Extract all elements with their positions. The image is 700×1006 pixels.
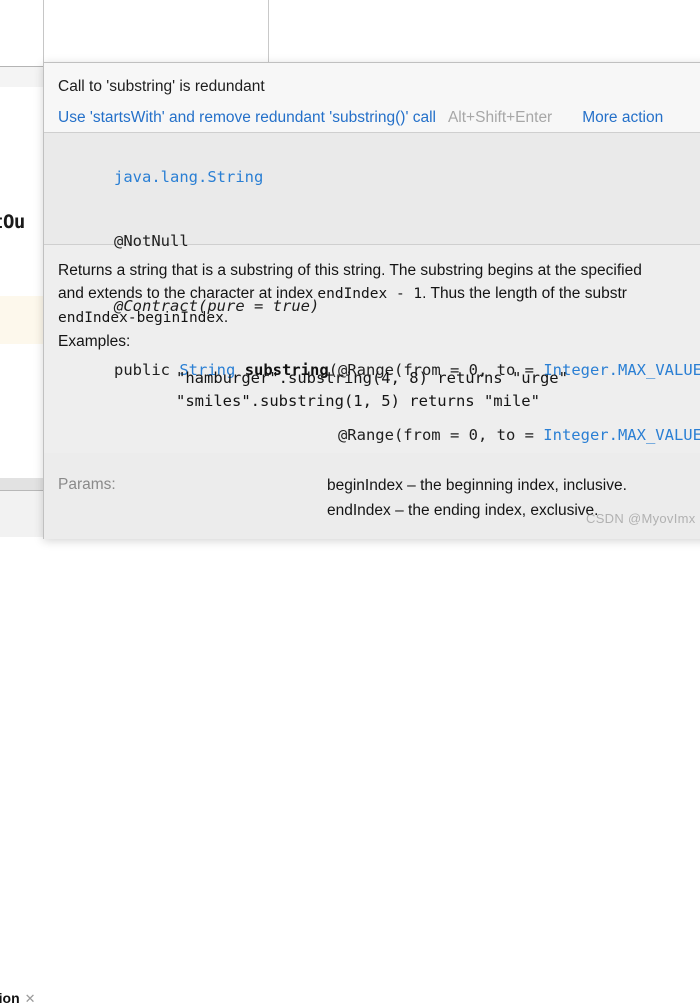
tool-window-tab[interactable]: tion ✕	[0, 990, 36, 1006]
close-icon[interactable]: ✕	[25, 992, 36, 1005]
signature-param2-mid: , to =	[477, 425, 544, 444]
doc-line2-pre: and extends to the character at index	[58, 285, 318, 302]
param-row: endIndex – the ending index, exclusive.	[327, 502, 599, 519]
editor-status-strip	[0, 478, 44, 490]
signature-qualified-name: java.lang.String	[58, 145, 700, 210]
params-section: Params: beginIndex – the beginning index…	[44, 453, 700, 539]
signature-param2-from: 0	[468, 425, 478, 444]
doc-examples-label: Examples:	[58, 333, 131, 350]
more-actions-link[interactable]: More action	[582, 109, 663, 127]
signature-param2-open: @Range(from =	[337, 425, 469, 444]
editor-pane-divider	[268, 0, 269, 66]
tool-window-bar: tion ✕	[0, 491, 44, 1006]
quick-fix-link[interactable]: Use 'startsWith' and remove redundant 's…	[58, 109, 436, 127]
doc-line3-post: .	[223, 309, 229, 326]
inspection-title: Call to 'substring' is redundant	[58, 78, 265, 95]
doc-paragraph-line-2: and extends to the character at index en…	[58, 282, 700, 306]
popup-header: Call to 'substring' is redundant Use 'st…	[44, 63, 700, 132]
editor-top-region	[0, 0, 700, 62]
annotation-notnull: @NotNull	[114, 232, 189, 250]
documentation-body: Returns a string that is a substring of …	[44, 245, 700, 453]
editor-current-line-highlight	[0, 296, 44, 344]
popup-action-row: Use 'startsWith' and remove redundant 's…	[58, 109, 700, 127]
intention-action-popup[interactable]: Call to 'substring' is redundant Use 'st…	[43, 62, 700, 539]
doc-paragraph-line-1: Returns a string that is a substring of …	[58, 262, 642, 279]
doc-paragraph-line-3: endIndex-beginIndex.	[58, 306, 700, 330]
doc-line2-post: . Thus the length of the substr	[422, 285, 627, 302]
tool-window-tab-label: tion	[0, 990, 20, 1006]
signature-modifier: public	[114, 361, 170, 379]
param-row: beginIndex – the beginning index, inclus…	[327, 477, 627, 494]
method-signature-block: java.lang.String @NotNull @Contract(pure…	[44, 133, 700, 444]
signature-param2-to: Integer.MAX_VALUE	[543, 425, 700, 444]
editor-code-fragment: tOu	[0, 211, 25, 233]
quick-fix-shortcut: Alt+Shift+Enter	[447, 109, 553, 127]
params-values: beginIndex – the beginning index, inclus…	[327, 453, 627, 539]
signature-owner-class[interactable]: java.lang.String	[114, 168, 263, 186]
params-label: Params:	[58, 476, 116, 493]
doc-example-2: "smiles".substring(1, 5) returns "mile"	[176, 392, 540, 410]
doc-line2-code: endIndex - 1	[317, 286, 423, 302]
doc-line3-code: endIndex-beginIndex	[58, 310, 224, 326]
